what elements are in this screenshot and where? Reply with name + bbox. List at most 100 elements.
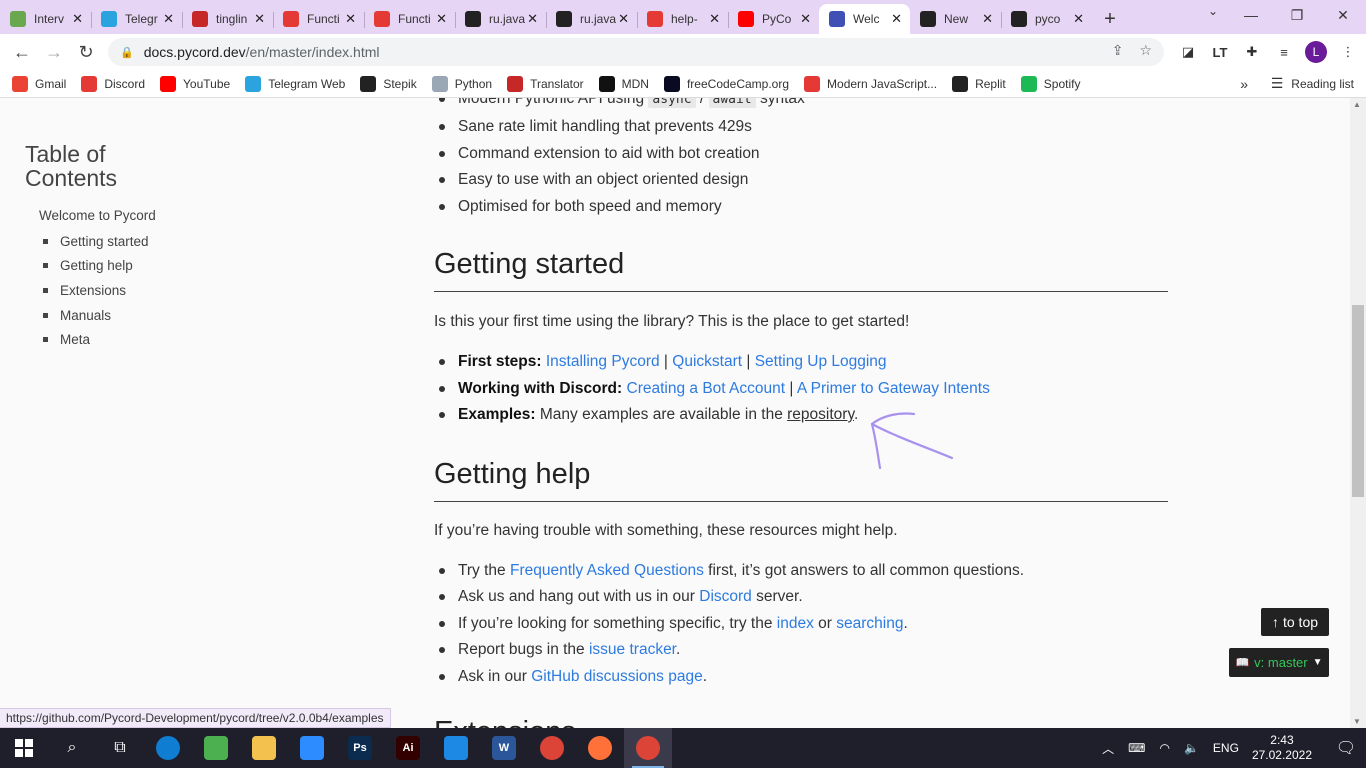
taskbar-app-explorer[interactable] — [240, 728, 288, 768]
bookmark-item[interactable]: freeCodeCamp.org — [663, 75, 789, 92]
close-tab-icon[interactable]: ✕ — [436, 11, 447, 27]
new-tab-button[interactable]: + — [1092, 4, 1128, 34]
task-view-icon[interactable]: ⧉ — [96, 728, 144, 768]
bookmark-item[interactable]: MDN — [598, 75, 649, 92]
link-searching[interactable]: searching — [836, 615, 903, 632]
link-installing-pycord[interactable]: Installing Pycord — [546, 353, 660, 370]
share-icon[interactable]: ⇪ — [1112, 42, 1124, 59]
bookmark-item[interactable]: Translator — [507, 75, 584, 92]
taskbar-app-vscode[interactable] — [432, 728, 480, 768]
browser-tab[interactable]: help- ✕ — [637, 4, 728, 34]
version-selector[interactable]: 📖 v: master ▼ — [1229, 648, 1329, 677]
tab-search-icon[interactable]: ⌄ — [1208, 4, 1218, 18]
close-tab-icon[interactable]: ✕ — [163, 11, 174, 27]
minimize-icon[interactable]: — — [1228, 0, 1274, 30]
extension-lt-icon[interactable]: LT — [1204, 38, 1236, 66]
close-tab-icon[interactable]: ✕ — [618, 11, 629, 27]
scrollbar-thumb[interactable] — [1352, 305, 1364, 497]
bookmarks-more-icon[interactable]: » — [1240, 76, 1248, 92]
keyboard-icon[interactable]: ⌨ — [1128, 741, 1145, 755]
link-discord[interactable]: Discord — [699, 588, 752, 605]
media-control-icon[interactable]: ≡ — [1268, 38, 1300, 66]
link-repository[interactable]: repository — [787, 406, 854, 423]
taskbar-app-illustrator[interactable]: Ai — [384, 728, 432, 768]
browser-tab[interactable]: ru.java ✕ — [546, 4, 637, 34]
close-tab-icon[interactable]: ✕ — [800, 11, 811, 27]
link-setting-up-logging[interactable]: Setting Up Logging — [755, 353, 887, 370]
bookmark-item[interactable]: Telegram Web — [245, 75, 345, 92]
taskbar-app-photoshop[interactable]: Ps — [336, 728, 384, 768]
browser-tab[interactable]: Functi ✕ — [364, 4, 455, 34]
language-indicator[interactable]: ENG — [1213, 741, 1239, 755]
browser-tab[interactable]: tinglin ✕ — [182, 4, 273, 34]
link-primer-gateway-intents[interactable]: A Primer to Gateway Intents — [797, 380, 990, 397]
tray-chevron-icon[interactable]: ︿ — [1102, 740, 1114, 757]
scroll-down-icon[interactable]: ▼ — [1353, 717, 1361, 726]
reload-icon[interactable]: ↻ — [70, 36, 102, 68]
volume-icon[interactable]: 🔈 — [1184, 741, 1199, 755]
link-creating-bot-account[interactable]: Creating a Bot Account — [627, 380, 786, 397]
clock[interactable]: 2:43 27.02.2022 — [1252, 733, 1312, 763]
vertical-scrollbar[interactable]: ▲ ▼ — [1350, 98, 1366, 728]
taskbar-app-word[interactable]: W — [480, 728, 528, 768]
link-github-discussions[interactable]: GitHub discussions page — [531, 668, 702, 685]
toc-item[interactable]: Getting started — [43, 229, 255, 254]
taskbar-app-chrome-profile[interactable] — [624, 728, 672, 768]
notifications-icon[interactable]: 🗨 — [1326, 738, 1366, 758]
bookmark-star-icon[interactable]: ☆ — [1139, 42, 1152, 59]
bookmark-item[interactable]: Python — [431, 75, 492, 92]
bookmark-item[interactable]: Spotify — [1020, 75, 1080, 92]
browser-tab[interactable]: PyCo ✕ — [728, 4, 819, 34]
link-faq[interactable]: Frequently Asked Questions — [510, 562, 704, 579]
restore-icon[interactable]: ❐ — [1274, 0, 1320, 30]
bookmark-item[interactable]: YouTube — [160, 75, 230, 92]
link-quickstart[interactable]: Quickstart — [672, 353, 742, 370]
browser-tab[interactable]: ru.java ✕ — [455, 4, 546, 34]
search-icon[interactable]: ⌕ — [48, 728, 96, 768]
wifi-icon[interactable]: ◠ — [1159, 741, 1169, 755]
close-window-icon[interactable]: ✕ — [1320, 0, 1366, 30]
windows-start-icon[interactable] — [0, 728, 48, 768]
browser-tab[interactable]: pyco ✕ — [1001, 4, 1092, 34]
toc-item[interactable]: Meta — [43, 327, 255, 352]
forward-icon[interactable]: → — [38, 36, 70, 68]
taskbar-app-utorrent[interactable] — [192, 728, 240, 768]
back-icon[interactable]: ← — [6, 36, 38, 68]
close-tab-icon[interactable]: ✕ — [982, 11, 993, 27]
menu-dots-icon[interactable]: ⋮ — [1332, 38, 1364, 66]
extensions-puzzle-icon[interactable]: ✚ — [1236, 38, 1268, 66]
close-tab-icon[interactable]: ✕ — [891, 11, 902, 27]
browser-tab[interactable]: Welc ✕ — [819, 4, 910, 34]
address-bar[interactable]: 🔒 docs.pycord.dev/en/master/index.html ⇪… — [108, 38, 1164, 66]
close-tab-icon[interactable]: ✕ — [527, 11, 538, 27]
taskbar-app-edge[interactable] — [144, 728, 192, 768]
taskbar-app-zoom[interactable] — [288, 728, 336, 768]
link-issue-tracker[interactable]: issue tracker — [589, 641, 676, 658]
profile-avatar[interactable]: L — [1305, 41, 1327, 63]
close-tab-icon[interactable]: ✕ — [345, 11, 356, 27]
toc-item[interactable]: Manuals — [43, 303, 255, 328]
to-top-button[interactable]: ↑ to top — [1261, 608, 1329, 636]
toc-link-welcome[interactable]: Welcome to Pycord — [39, 208, 255, 223]
close-tab-icon[interactable]: ✕ — [709, 11, 720, 27]
bookmark-item[interactable]: Modern JavaScript... — [804, 75, 937, 92]
close-tab-icon[interactable]: ✕ — [254, 11, 265, 27]
reading-list[interactable]: ☰ Reading list — [1271, 75, 1354, 92]
bookmark-item[interactable]: Gmail — [12, 75, 66, 92]
toc-item[interactable]: Getting help — [43, 254, 255, 279]
link-index[interactable]: index — [777, 615, 814, 632]
toc-item[interactable]: Extensions — [43, 278, 255, 303]
bookmark-item[interactable]: Replit — [952, 75, 1006, 92]
browser-tab[interactable]: Interv ✕ — [0, 4, 91, 34]
browser-tab[interactable]: New ✕ — [910, 4, 1001, 34]
extension-send-icon[interactable]: ◪ — [1172, 38, 1204, 66]
bookmark-item[interactable]: Discord — [81, 75, 145, 92]
bookmark-item[interactable]: Stepik — [360, 75, 417, 92]
scroll-up-icon[interactable]: ▲ — [1353, 100, 1361, 109]
taskbar-app-chrome[interactable] — [528, 728, 576, 768]
close-tab-icon[interactable]: ✕ — [72, 11, 83, 27]
close-tab-icon[interactable]: ✕ — [1073, 11, 1084, 27]
browser-tab[interactable]: Functi ✕ — [273, 4, 364, 34]
lock-icon[interactable]: 🔒 — [120, 46, 134, 59]
browser-tab[interactable]: Telegr ✕ — [91, 4, 182, 34]
